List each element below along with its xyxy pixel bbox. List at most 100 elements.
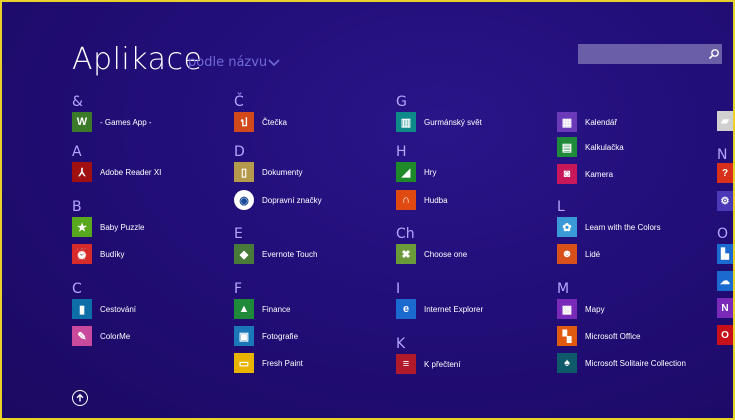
app-label: Dokumenty xyxy=(262,167,303,177)
food-icon: ▥ xyxy=(396,112,416,132)
app-tile[interactable]: ▚ Microsoft Office xyxy=(557,325,640,347)
app-tile[interactable]: ป Čtečka xyxy=(234,111,287,133)
app-tile[interactable]: ⅄ Adobe Reader XI xyxy=(72,161,161,183)
edge-app-icon[interactable]: ▰ xyxy=(717,111,733,131)
app-tile[interactable]: ◉ Dopravní značky xyxy=(234,189,322,211)
group-letter[interactable]: Č xyxy=(234,94,244,110)
learn-colors-icon: ✿ xyxy=(557,217,577,237)
app-label: Budíky xyxy=(100,249,125,259)
group-letter[interactable]: & xyxy=(72,94,83,110)
group-letter[interactable]: C xyxy=(72,281,82,297)
settings-icon[interactable]: ⚙ xyxy=(717,191,733,211)
app-label: Kamera xyxy=(585,169,614,179)
group-letter[interactable]: H xyxy=(396,144,407,160)
app-tile[interactable]: ▮ Cestování xyxy=(72,298,136,320)
app-label: K přečtení xyxy=(424,359,461,369)
app-tile[interactable]: ✿ Learn with the Colors xyxy=(557,216,661,238)
group-letter[interactable]: B xyxy=(72,199,82,215)
group-letter[interactable]: M xyxy=(557,281,569,297)
app-label: Choose one xyxy=(424,249,468,259)
app-tile[interactable]: ▯ Dokumenty xyxy=(234,161,302,183)
choose-one-icon: ✖ xyxy=(396,244,416,264)
app-tile[interactable]: ▲ Finance xyxy=(234,298,290,320)
photos-icon: ▣ xyxy=(234,326,254,346)
games-app-icon: W xyxy=(72,112,92,132)
maps-icon: ▩ xyxy=(557,299,577,319)
app-tile[interactable]: ★ Baby Puzzle xyxy=(72,216,144,238)
app-tile[interactable]: ◆ Evernote Touch xyxy=(234,243,317,265)
app-tile[interactable]: ▤ Kalkulačka xyxy=(557,136,624,158)
calendar-icon: ▦ xyxy=(557,112,577,132)
travel-icon: ▮ xyxy=(72,299,92,319)
onenote-2-icon[interactable]: N xyxy=(717,298,733,318)
group-letter[interactable]: N xyxy=(717,147,727,163)
app-tile[interactable]: ◙ Kamera xyxy=(557,163,613,185)
app-label: Adobe Reader XI xyxy=(100,167,162,177)
app-tile[interactable]: W - Games App - xyxy=(72,111,152,133)
app-label: Kalendář xyxy=(585,117,618,127)
app-label: Fotografie xyxy=(262,331,299,341)
star-icon: ★ xyxy=(72,217,92,237)
group-letter[interactable]: D xyxy=(234,144,245,160)
onenote-icon[interactable]: ▙ xyxy=(717,244,733,264)
app-label: Gurmánský svět xyxy=(424,117,482,127)
sort-dropdown[interactable]: podle názvu xyxy=(188,55,267,70)
app-tile[interactable]: ▩ Mapy xyxy=(557,298,605,320)
camera-icon: ◙ xyxy=(557,164,577,184)
app-tile[interactable]: ∩ Hudba xyxy=(396,189,448,211)
app-tile[interactable]: ♠ Microsoft Solitaire Collection xyxy=(557,352,686,374)
group-letter[interactable]: Ch xyxy=(396,226,415,242)
group-letter[interactable]: A xyxy=(72,144,82,160)
up-arrow-button[interactable] xyxy=(72,390,88,406)
app-label: ColorMe xyxy=(100,331,131,341)
app-label: - Games App - xyxy=(100,117,152,127)
office-icon: ▚ xyxy=(557,326,577,346)
group-letter[interactable]: K xyxy=(396,336,405,352)
app-tile[interactable]: ▦ Kalendář xyxy=(557,111,617,133)
search-input[interactable] xyxy=(578,44,722,64)
app-tile[interactable]: ▥ Gurmánský svět xyxy=(396,111,482,133)
app-tile[interactable]: ⏰ Budíky xyxy=(72,243,124,265)
calculator-icon: ▤ xyxy=(557,137,577,157)
app-tile[interactable]: ▭ Fresh Paint xyxy=(234,352,303,374)
group-letter[interactable]: L xyxy=(557,199,565,215)
up-arrow-icon xyxy=(76,393,84,402)
reader-icon: ป xyxy=(234,112,254,132)
app-tile[interactable]: ✖ Choose one xyxy=(396,243,467,265)
app-label: Hry xyxy=(424,167,437,177)
group-letter[interactable]: G xyxy=(396,94,407,110)
app-label: Baby Puzzle xyxy=(100,222,145,232)
app-tile[interactable]: ☻ Lidé xyxy=(557,243,600,265)
app-label: Finance xyxy=(262,304,291,314)
app-label: Evernote Touch xyxy=(262,249,318,259)
chevron-down-icon[interactable] xyxy=(268,57,280,67)
search-icon[interactable] xyxy=(708,48,720,60)
app-tile[interactable]: ≡ K přečtení xyxy=(396,353,460,375)
group-letter[interactable]: F xyxy=(234,281,242,297)
app-label: Hudba xyxy=(424,195,448,205)
app-label: Mapy xyxy=(585,304,605,314)
headphones-icon: ∩ xyxy=(396,190,416,210)
opera-icon[interactable]: O xyxy=(717,325,733,345)
onedrive-icon[interactable]: ☁ xyxy=(717,271,733,291)
group-letter[interactable]: I xyxy=(396,281,400,297)
start-apps-screen: Aplikace podle názvu & W - Games App - A ⅄ Ad… xyxy=(0,0,735,420)
app-label: Microsoft Office xyxy=(585,331,641,341)
people-icon: ☻ xyxy=(557,244,577,264)
app-tile[interactable]: ◢ Hry xyxy=(396,161,436,183)
group-letter[interactable]: O xyxy=(717,226,728,242)
fresh-paint-icon: ▭ xyxy=(234,353,254,373)
app-tile[interactable]: ▣ Fotografie xyxy=(234,325,298,347)
page-title: Aplikace xyxy=(72,42,203,77)
solitaire-icon: ♠ xyxy=(557,353,577,373)
help-icon[interactable]: ? xyxy=(717,163,733,183)
app-label: Kalkulačka xyxy=(585,142,624,152)
app-tile[interactable]: ✎ ColorMe xyxy=(72,325,130,347)
reading-list-icon: ≡ xyxy=(396,354,416,374)
app-tile[interactable]: e Internet Explorer xyxy=(396,298,483,320)
group-letter[interactable]: E xyxy=(234,226,243,242)
adobe-reader-icon: ⅄ xyxy=(72,162,92,182)
evernote-icon: ◆ xyxy=(234,244,254,264)
app-label: Dopravní značky xyxy=(262,195,322,205)
app-label: Internet Explorer xyxy=(424,304,484,314)
